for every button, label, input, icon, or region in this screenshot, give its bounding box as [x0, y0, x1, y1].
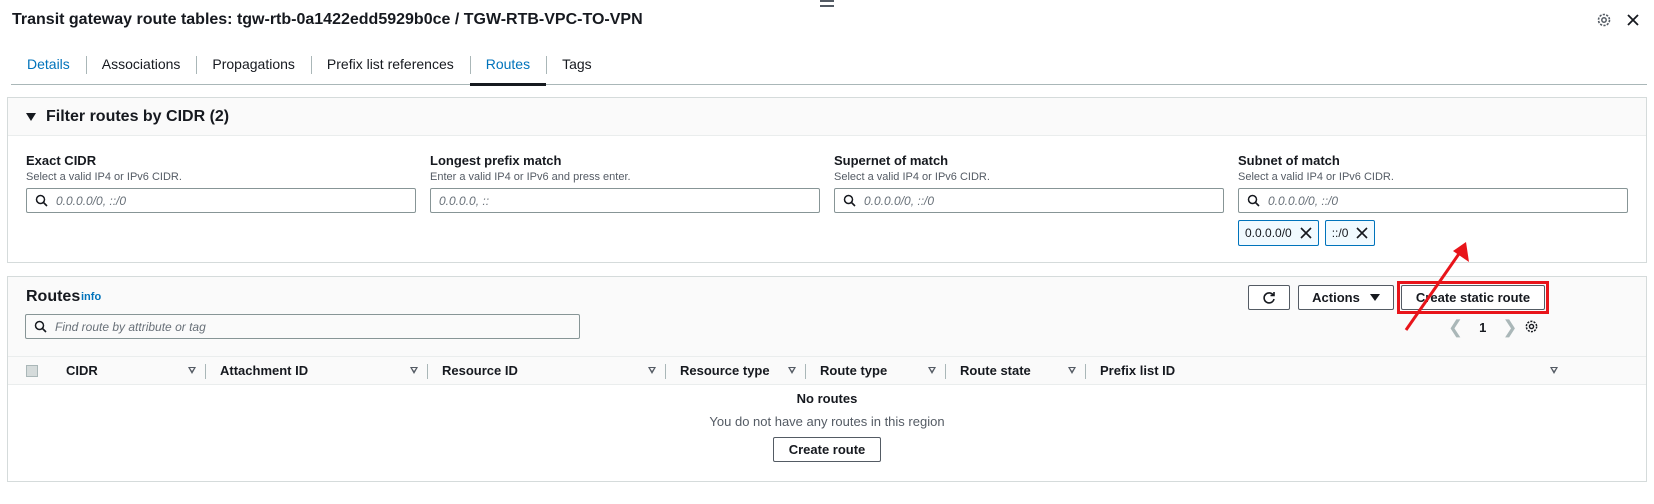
input-placeholder: 0.0.0.0/0, ::/0: [1268, 193, 1339, 208]
empty-title: No routes: [796, 391, 858, 406]
preferences-gear-icon[interactable]: [1524, 319, 1539, 339]
sort-icon: [788, 367, 796, 374]
field-label: Exact CIDR: [26, 153, 97, 168]
supernet-input[interactable]: 0.0.0.0/0, ::/0: [834, 188, 1224, 213]
pagination: ❮ 1 ❯: [1448, 317, 1517, 338]
highlight-annotation: [1397, 281, 1549, 314]
filter-tokens: 0.0.0.0/0 ::/0: [1238, 220, 1628, 246]
input-placeholder: 0.0.0.0, ::: [439, 193, 490, 208]
close-icon[interactable]: [1626, 13, 1640, 27]
token-label: ::/0: [1331, 226, 1349, 240]
column-header-prefix-list-id[interactable]: Prefix list ID: [1086, 357, 1568, 384]
filter-token: 0.0.0.0/0: [1238, 220, 1319, 246]
column-label: Attachment ID: [220, 363, 309, 378]
search-placeholder: Find route by attribute or tag: [55, 319, 206, 334]
subnet-field: Subnet of match Select a valid IP4 or IP…: [1238, 153, 1628, 246]
column-label: Route type: [820, 363, 888, 378]
supernet-field: Supernet of match Select a valid IP4 or …: [834, 153, 1224, 246]
search-icon: [1247, 194, 1260, 207]
empty-state: No routes You do not have any routes in …: [8, 391, 1646, 462]
input-placeholder: 0.0.0.0/0, ::/0: [56, 193, 127, 208]
field-description: Select a valid IP4 or IPv6 CIDR.: [1238, 171, 1394, 183]
sort-icon: [928, 367, 936, 374]
actions-button[interactable]: Actions: [1298, 285, 1394, 310]
column-header-attachment-id[interactable]: Attachment ID: [206, 357, 428, 384]
close-icon[interactable]: [1300, 227, 1312, 239]
input-placeholder: 0.0.0.0/0, ::/0: [864, 193, 935, 208]
field-description: Select a valid IP4 or IPv6 CIDR.: [26, 171, 182, 183]
sort-icon: [1550, 367, 1558, 374]
field-label: Subnet of match: [1238, 153, 1340, 168]
page-number[interactable]: 1: [1479, 320, 1486, 335]
drag-handle[interactable]: [820, 0, 834, 10]
tab-details[interactable]: Details: [11, 50, 86, 84]
filter-header[interactable]: Filter routes by CIDR (2): [8, 98, 1646, 136]
longest-prefix-input[interactable]: 0.0.0.0, ::: [430, 188, 820, 213]
column-header-route-state[interactable]: Route state: [946, 357, 1086, 384]
page-title: Transit gateway route tables: tgw-rtb-0a…: [12, 11, 643, 28]
field-label: Supernet of match: [834, 153, 949, 168]
column-label: CIDR: [66, 363, 98, 378]
sort-icon: [648, 367, 656, 374]
gear-icon[interactable]: [1596, 12, 1612, 28]
column-header-route-type[interactable]: Route type: [806, 357, 946, 384]
filter-token: ::/0: [1324, 220, 1376, 246]
sort-icon: [188, 367, 196, 374]
column-label: Prefix list ID: [1100, 363, 1176, 378]
caret-down-icon: [26, 112, 36, 121]
chevron-right-icon[interactable]: ❯: [1502, 317, 1517, 338]
search-icon: [34, 320, 47, 333]
tab-associations[interactable]: Associations: [85, 50, 197, 84]
close-icon[interactable]: [1356, 227, 1368, 239]
subnet-input[interactable]: 0.0.0.0/0, ::/0: [1238, 188, 1628, 213]
table-header: CIDR Attachment ID Resource ID Resource …: [8, 357, 1646, 385]
exact-cidr-input[interactable]: 0.0.0.0/0, ::/0: [26, 188, 416, 213]
create-route-button[interactable]: Create route: [773, 437, 881, 462]
column-label: Resource type: [680, 363, 770, 378]
sort-icon: [1068, 367, 1076, 374]
token-label: 0.0.0.0/0: [1245, 226, 1292, 240]
search-icon: [843, 194, 856, 207]
actions-label: Actions: [1312, 290, 1360, 305]
field-label: Longest prefix match: [430, 153, 562, 168]
tab-bar: Details Associations Propagations Prefix…: [11, 50, 1647, 86]
longest-prefix-field: Longest prefix match Enter a valid IP4 o…: [430, 153, 820, 246]
info-link[interactable]: info: [81, 291, 101, 303]
refresh-icon: [1263, 291, 1275, 304]
column-label: Route state: [960, 363, 1031, 378]
tab-prefix-list-references[interactable]: Prefix list references: [310, 50, 470, 84]
chevron-left-icon[interactable]: ❮: [1448, 317, 1463, 338]
tab-routes[interactable]: Routes: [469, 50, 547, 86]
column-header-cidr[interactable]: CIDR: [66, 357, 206, 384]
column-label: Resource ID: [442, 363, 518, 378]
tab-tags[interactable]: Tags: [546, 50, 608, 84]
routes-title: Routes: [26, 288, 81, 305]
exact-cidr-field: Exact CIDR Select a valid IP4 or IPv6 CI…: [26, 153, 416, 246]
route-search-input[interactable]: Find route by attribute or tag: [25, 314, 580, 339]
column-header-resource-id[interactable]: Resource ID: [428, 357, 666, 384]
caret-down-icon: [1369, 294, 1380, 301]
routes-panel: Routes info Find route by attribute or t…: [7, 276, 1647, 482]
tab-propagations[interactable]: Propagations: [196, 50, 311, 84]
select-all-checkbox[interactable]: [26, 364, 38, 377]
sort-icon: [410, 367, 418, 374]
search-icon: [35, 194, 48, 207]
field-description: Select a valid IP4 or IPv6 CIDR.: [834, 171, 990, 183]
column-header-resource-type[interactable]: Resource type: [666, 357, 806, 384]
field-description: Enter a valid IP4 or IPv6 and press ente…: [430, 171, 631, 183]
filter-panel: Filter routes by CIDR (2) Exact CIDR Sel…: [7, 97, 1647, 263]
refresh-button[interactable]: [1248, 285, 1290, 310]
filter-title: Filter routes by CIDR (2): [46, 107, 230, 125]
empty-description: You do not have any routes in this regio…: [709, 414, 945, 429]
